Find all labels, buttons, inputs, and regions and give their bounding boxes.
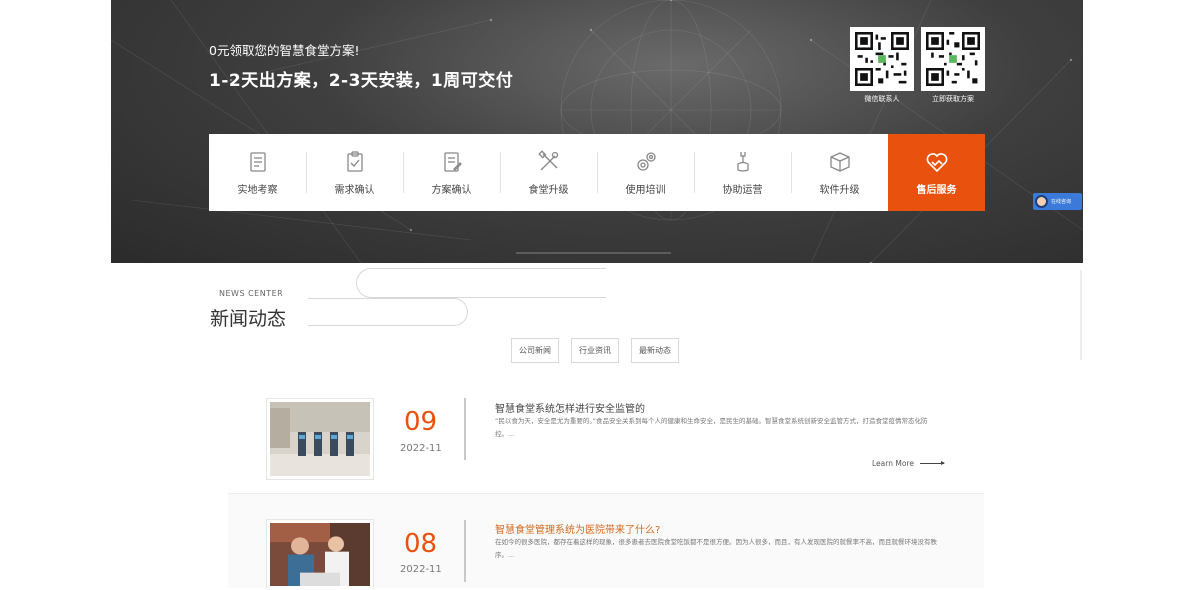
qr-caption: 立即获取方案 <box>932 95 974 103</box>
divider <box>464 520 466 582</box>
handshake-heart-icon <box>926 152 947 172</box>
step-after-sales[interactable]: 售后服务 <box>888 134 985 211</box>
news-image <box>270 402 370 476</box>
qr-code-plan: 立即获取方案 <box>921 27 985 104</box>
clipboard-check-icon <box>346 150 363 172</box>
learn-more-label: Learn More <box>872 459 914 468</box>
arrow-right-icon <box>919 461 945 465</box>
step-canteen-upgrade[interactable]: 食堂升级 <box>500 134 597 211</box>
step-label: 售后服务 <box>916 184 957 196</box>
news-thumbnail[interactable] <box>266 398 374 480</box>
tools-icon <box>537 149 558 170</box>
step-operation-assist[interactable]: 协助运营 <box>694 134 791 211</box>
divider <box>464 398 466 460</box>
tab-industry-news[interactable]: 行业资讯 <box>571 338 619 363</box>
step-label: 需求确认 <box>334 184 375 196</box>
news-description: “民以食为天，安全是尤为重要的。”食品安全关系到每个人的健康和生命安全，是民生的… <box>495 417 928 438</box>
step-label: 食堂升级 <box>528 184 569 196</box>
news-tabs: 公司新闻 行业资讯 最新动态 <box>511 338 679 363</box>
news-thumbnail[interactable] <box>266 519 374 589</box>
hero-subtitle: 0元领取您的智慧食堂方案! <box>209 43 360 58</box>
step-software-upgrade[interactable]: 软件升级 <box>791 134 888 211</box>
news-item[interactable]: 09 2022-11 智慧食堂系统怎样进行安全监管的 “民以食为天，安全是尤为重… <box>228 397 984 492</box>
step-plan-confirm[interactable]: 方案确认 <box>403 134 500 211</box>
step-requirement-confirm[interactable]: 需求确认 <box>306 134 403 211</box>
divider <box>1080 270 1082 360</box>
hero-title: 1-2天出方案，2-3天安装，1周可交付 <box>209 71 514 91</box>
qr-code-icon <box>850 27 914 91</box>
step-label: 使用培训 <box>625 184 666 196</box>
clipboard-list-icon <box>249 151 266 172</box>
news-day: 08 <box>404 529 438 559</box>
news-image <box>270 523 370 586</box>
step-label: 方案确认 <box>431 184 472 196</box>
step-label: 软件升级 <box>819 184 860 196</box>
qr-code-icon <box>921 27 985 91</box>
agent-avatar-icon <box>1035 195 1048 208</box>
section-title: 新闻动态 <box>210 308 287 330</box>
decorative-line <box>356 268 606 298</box>
step-label: 协助运营 <box>722 184 763 196</box>
qr-code-wechat: 微信联系人 <box>850 27 914 104</box>
section-subtitle: NEWS CENTER <box>219 289 284 298</box>
learn-more-link[interactable]: Learn More <box>872 459 945 468</box>
box-icon <box>829 151 850 172</box>
news-yearmonth: 2022-11 <box>400 443 442 454</box>
step-site-survey[interactable]: 实地考察 <box>209 134 306 211</box>
news-title[interactable]: 智慧食堂管理系统为医院带来了什么? <box>495 521 660 536</box>
tab-latest-news[interactable]: 最新动态 <box>631 338 679 363</box>
step-training[interactable]: 使用培训 <box>597 134 694 211</box>
hero-banner: 0元领取您的智慧食堂方案! 1-2天出方案，2-3天安装，1周可交付 微信联系人… <box>111 0 1083 263</box>
tab-company-news[interactable]: 公司新闻 <box>511 338 559 363</box>
step-label: 实地考察 <box>237 184 278 196</box>
wrench-hand-icon <box>736 151 749 172</box>
document-edit-icon <box>443 151 462 172</box>
gears-icon <box>636 151 656 171</box>
news-yearmonth: 2022-11 <box>400 564 442 575</box>
decorative-line <box>308 298 468 326</box>
qr-caption: 微信联系人 <box>864 95 900 103</box>
chat-label: 在线咨询 <box>1051 199 1072 205</box>
news-item[interactable]: 08 2022-11 智慧食堂管理系统为医院带来了什么? 在如今的很多医院，都存… <box>228 493 984 589</box>
news-description: 在如今的很多医院，都存在着这样的现象，很多患者去医院食堂吃饭都不是很方便。因为人… <box>495 538 937 559</box>
service-steps-bar: 实地考察 需求确认 方案确认 食堂升级 使用培训 协助运营 软件升级 售后服务 <box>209 134 985 211</box>
news-title[interactable]: 智慧食堂系统怎样进行安全监管的 <box>495 400 645 415</box>
news-day: 09 <box>404 407 438 437</box>
online-chat-button[interactable]: 在线咨询 <box>1033 193 1082 210</box>
